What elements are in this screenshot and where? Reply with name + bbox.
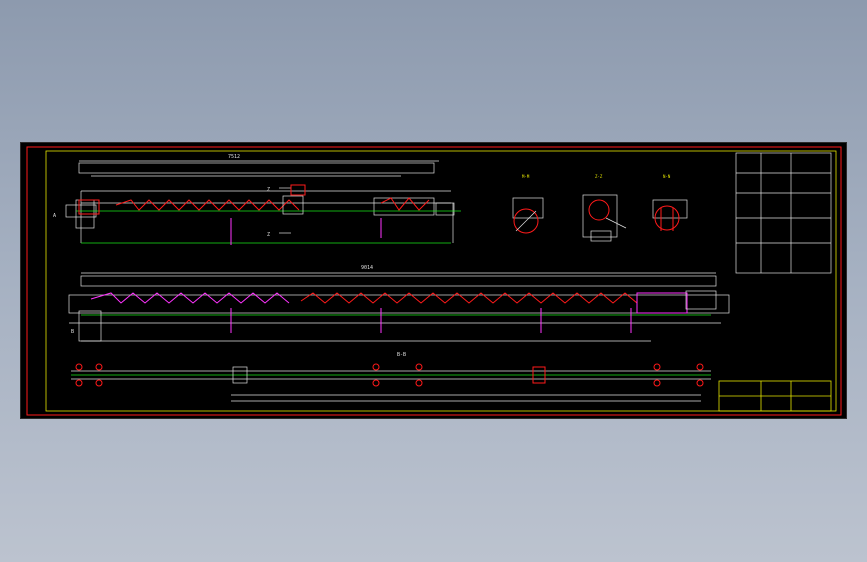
parts-list-table [735, 152, 832, 274]
top-view-label: 7512 [228, 154, 240, 160]
section-view-z-z: Z-Z [582, 174, 627, 242]
plan-view-label: B-B [397, 352, 406, 358]
main-elevation-view: 9014 B [68, 265, 730, 342]
cut-z-top-label: Z [267, 187, 270, 193]
cut-z-bottom-label: Z [267, 232, 270, 238]
section-view-m-m: M-M [512, 174, 544, 234]
cut-a-label: A [53, 213, 56, 219]
top-assembly-view: 7512 Z Z A [53, 154, 461, 245]
section-view-n-n: N-N [652, 174, 688, 231]
plan-view-b-b: B-B [71, 352, 711, 402]
cad-drawing-sheet[interactable]: 7512 Z Z A M-M Z-Z N-N 9014 B B-B [20, 142, 847, 419]
section-3-label: N-N [663, 174, 671, 179]
cut-b-label: B [71, 329, 74, 335]
title-block [718, 380, 832, 412]
section-2-label: Z-Z [595, 174, 603, 179]
main-view-label: 9014 [361, 265, 373, 271]
cad-drawing-canvas: 7512 Z Z A M-M Z-Z N-N 9014 B B-B [26, 146, 842, 416]
sheet-inner-frame [45, 150, 837, 412]
section-1-label: M-M [522, 174, 530, 179]
